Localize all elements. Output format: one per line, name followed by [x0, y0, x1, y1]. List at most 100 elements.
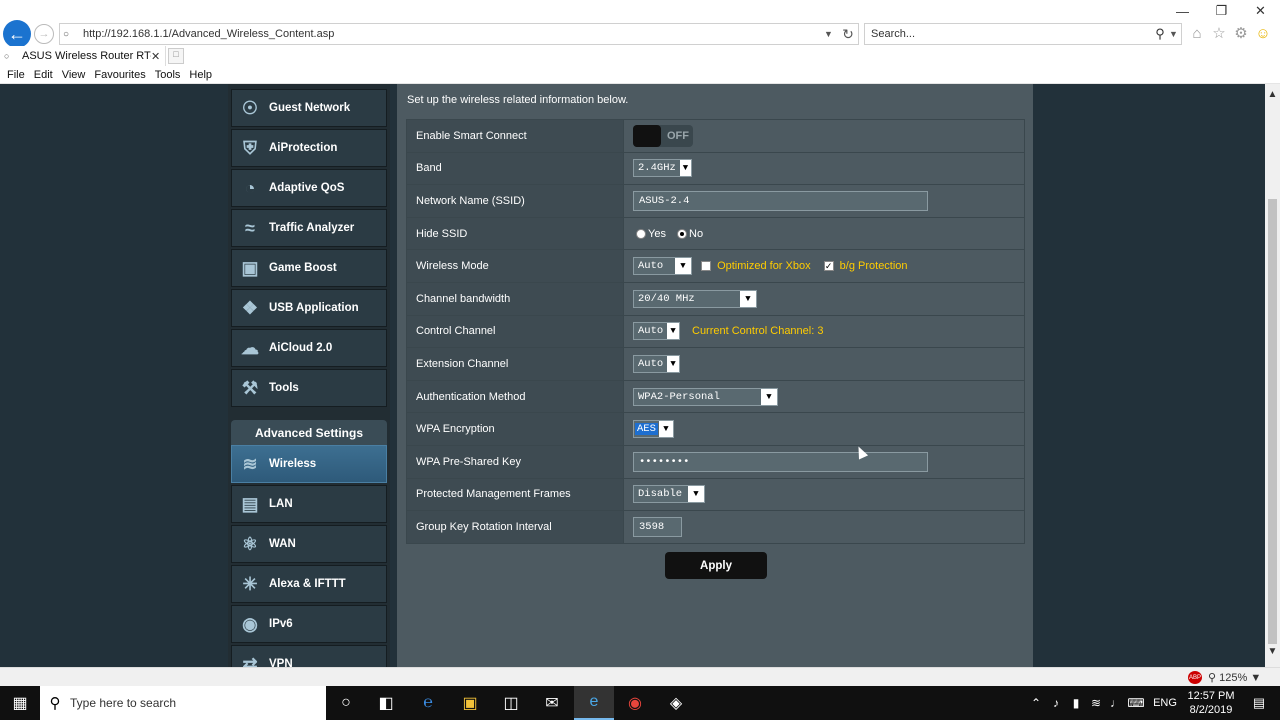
menu-file[interactable]: File — [7, 69, 25, 81]
favorites-star-icon[interactable]: ☆ — [1210, 24, 1228, 42]
settings-table: Enable Smart Connect OFF Band 2.4GHz ▼ Ne… — [406, 119, 1025, 544]
menu-view[interactable]: View — [62, 69, 86, 81]
label-wpa-psk: WPA Pre-Shared Key — [406, 444, 624, 479]
cortana-icon[interactable]: ○ — [326, 686, 366, 720]
tray-chevron-icon[interactable]: ⌃ — [1026, 696, 1046, 710]
sidebar-item-traffic-analyzer[interactable]: ≈ Traffic Analyzer — [231, 209, 387, 247]
hide-ssid-yes-radio[interactable] — [636, 228, 646, 239]
sidebar-item-label: VPN — [269, 658, 293, 667]
menu-help[interactable]: Help — [189, 69, 212, 81]
action-center-icon[interactable]: ▤ — [1244, 686, 1274, 720]
sidebar-item-lan[interactable]: ▤ LAN — [231, 485, 387, 523]
xbox-checkbox[interactable] — [701, 261, 712, 272]
sidebar-item-usb-application[interactable]: ❖ USB Application — [231, 289, 387, 327]
volume-icon[interactable]: ♩ — [1106, 696, 1126, 710]
select-value: 20/40 MHz — [638, 292, 695, 305]
label-control-channel: Control Channel — [406, 314, 624, 349]
auth-method-select[interactable]: WPA2-Personal ▼ — [633, 387, 778, 406]
sidebar-item-wan[interactable]: ⚛ WAN — [231, 525, 387, 563]
ssid-input[interactable]: ASUS-2.4 — [633, 190, 928, 211]
url-field[interactable]: ○ http://192.168.1.1/Advanced_Wireless_C… — [59, 23, 859, 45]
task-view-icon[interactable]: ◧ — [366, 686, 406, 720]
gkri-input[interactable]: 3598 — [633, 516, 682, 537]
globe-icon: ⚛ — [241, 533, 259, 554]
settings-gear-icon[interactable]: ⚙ — [1232, 24, 1250, 42]
control-channel-select[interactable]: Auto ▼ — [633, 322, 680, 341]
mail-icon[interactable]: ✉ — [532, 686, 572, 720]
language-indicator[interactable]: ENG — [1146, 697, 1184, 709]
internet-explorer-icon[interactable]: e — [574, 686, 614, 720]
sidebar-item-tools[interactable]: ⚒ Tools — [231, 369, 387, 407]
new-tab-button[interactable]: □ — [168, 48, 184, 64]
battery-icon[interactable]: ▮ — [1066, 696, 1086, 710]
page-scrollbar[interactable]: ▲ ▼ — [1265, 84, 1280, 667]
sidebar-item-ipv6[interactable]: ◉ IPv6 — [231, 605, 387, 643]
adblock-icon[interactable]: ABP — [1188, 671, 1202, 684]
url-dropdown-icon[interactable]: ▼ — [824, 29, 838, 39]
globe-network-icon: ☉ — [241, 97, 259, 118]
home-icon[interactable]: ⌂ — [1188, 24, 1206, 42]
search-input[interactable]: Search... ⚲ ▼ — [864, 23, 1182, 45]
scroll-up-icon[interactable]: ▲ — [1265, 89, 1280, 104]
row-channel-bandwidth: Channel bandwidth 20/40 MHz ▼ — [406, 281, 1025, 316]
sidebar-item-aiprotection[interactable]: ⛨ AiProtection — [231, 129, 387, 167]
row-band: Band 2.4GHz ▼ — [406, 151, 1025, 186]
search-dropdown-icon[interactable]: ▼ — [1169, 29, 1181, 39]
feedback-smiley-icon[interactable]: ☺ — [1254, 24, 1272, 42]
obs-icon[interactable]: ◈ — [656, 686, 696, 720]
label-wpa-encryption: WPA Encryption — [406, 412, 624, 446]
wpa-encryption-select[interactable]: AES ▼ — [633, 420, 674, 439]
search-icon[interactable]: ⚲ — [1151, 26, 1169, 42]
select-value: Auto — [638, 325, 664, 338]
apply-button[interactable]: Apply — [665, 552, 767, 579]
chevron-down-icon: ▼ — [679, 160, 691, 177]
toggle-knob — [633, 124, 661, 147]
network-wifi-icon[interactable]: ≋ — [1086, 696, 1106, 710]
menu-favourites[interactable]: Favourites — [94, 69, 145, 81]
sidebar-item-game-boost[interactable]: ▣ Game Boost — [231, 249, 387, 287]
scrollbar-thumb[interactable] — [1268, 199, 1277, 644]
sidebar-item-adaptive-qos[interactable]: ◔ Adaptive QoS — [231, 169, 387, 207]
hide-ssid-no-radio[interactable] — [677, 228, 688, 239]
file-explorer-icon[interactable]: ▣ — [450, 686, 490, 720]
restore-icon[interactable]: ❐ — [1202, 0, 1241, 22]
microphone-icon[interactable]: ♪ — [1046, 696, 1066, 710]
keyboard-icon[interactable]: ⌨ — [1126, 696, 1146, 710]
bg-protection-checkbox[interactable]: ✓ — [823, 261, 834, 272]
windows-start-icon[interactable]: ▦ — [0, 686, 40, 720]
address-bar-area: ← → ○ http://192.168.1.1/Advanced_Wirele… — [0, 0, 1280, 48]
sidebar-item-label: USB Application — [269, 302, 359, 314]
extension-channel-select[interactable]: Auto ▼ — [633, 354, 680, 373]
zoom-level[interactable]: ⚲ 125% ▼ — [1208, 671, 1261, 684]
sidebar-item-label: AiProtection — [269, 142, 338, 154]
browser-tab[interactable]: ○ ASUS Wireless Router RT-A... ✕ — [0, 46, 166, 66]
wireless-mode-select[interactable]: Auto ▼ — [633, 257, 692, 276]
smart-connect-toggle[interactable]: OFF — [633, 124, 693, 147]
forward-button[interactable]: → — [34, 24, 54, 44]
hide-ssid-yes-label: Yes — [648, 227, 666, 240]
sidebar-item-wireless[interactable]: ≋ Wireless — [231, 445, 387, 483]
menu-edit[interactable]: Edit — [34, 69, 53, 81]
pmf-select[interactable]: Disable ▼ — [633, 485, 705, 504]
band-select[interactable]: 2.4GHz ▼ — [633, 159, 692, 178]
store-icon[interactable]: ◫ — [491, 686, 531, 720]
tab-close-icon[interactable]: ✕ — [151, 50, 165, 63]
edge-icon[interactable]: ℮ — [408, 686, 448, 720]
chrome-icon[interactable]: ◉ — [615, 686, 655, 720]
wpa-psk-input[interactable]: •••••••• — [633, 451, 928, 472]
channel-bandwidth-select[interactable]: 20/40 MHz ▼ — [633, 289, 757, 308]
taskbar-search-placeholder: Type here to search — [70, 696, 177, 710]
back-button[interactable]: ← — [3, 20, 31, 48]
minimize-icon[interactable]: — — [1163, 0, 1202, 22]
sidebar-item-vpn[interactable]: ⇄ VPN — [231, 645, 387, 667]
row-hide-ssid: Hide SSID Yes No — [406, 216, 1025, 251]
menu-tools[interactable]: Tools — [155, 69, 181, 81]
taskbar-search-input[interactable]: ⚲ Type here to search — [40, 686, 326, 720]
taskbar-clock[interactable]: 12:57 PM 8/2/2019 — [1180, 689, 1242, 717]
sidebar-item-aicloud[interactable]: ☁ AiCloud 2.0 — [231, 329, 387, 367]
refresh-icon[interactable]: ↻ — [838, 26, 858, 43]
sidebar-item-guest-network[interactable]: ☉ Guest Network — [231, 89, 387, 127]
scroll-down-icon[interactable]: ▼ — [1265, 646, 1280, 661]
close-icon[interactable]: ✕ — [1241, 0, 1280, 22]
sidebar-item-alexa-ifttt[interactable]: ✳ Alexa & IFTTT — [231, 565, 387, 603]
